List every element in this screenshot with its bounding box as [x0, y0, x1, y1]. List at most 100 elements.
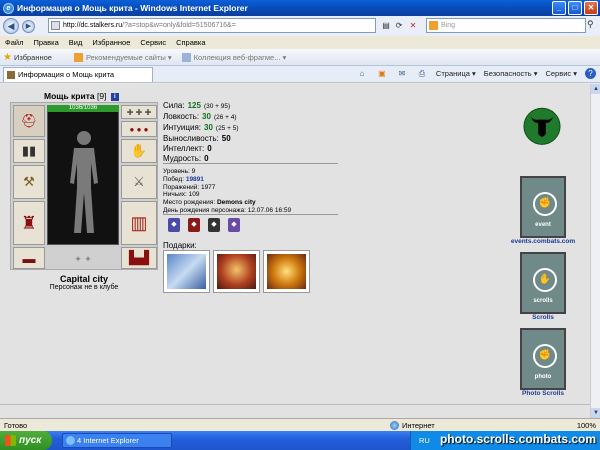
divider — [163, 214, 338, 215]
language-indicator[interactable]: RU — [419, 436, 430, 445]
level-value: 9 — [191, 168, 196, 175]
belt-slot[interactable]: ▬ — [13, 247, 45, 269]
character-name-text: Мощь крита — [44, 91, 95, 101]
star-icon: ★ — [3, 51, 12, 63]
ring-slot[interactable]: ● ● ● — [121, 121, 157, 137]
security-zone[interactable]: Интернет — [390, 420, 490, 430]
gift-item[interactable] — [213, 250, 260, 293]
gift-item[interactable] — [163, 250, 210, 293]
search-input[interactable]: Bing — [426, 18, 586, 33]
search-placeholder: Bing — [441, 22, 456, 29]
bull-logo-icon[interactable] — [523, 104, 561, 160]
weapon-slot[interactable]: ⚒ — [13, 165, 45, 199]
menu-tools[interactable]: Сервис — [140, 38, 166, 47]
armor-slot[interactable]: ♜ — [13, 201, 45, 245]
minimize-button[interactable]: _ — [552, 1, 566, 15]
favorites-bar: ★ Избранное Рекомендуемые сайты ▾ Коллек… — [0, 49, 600, 66]
menu-favorites[interactable]: Избранное — [92, 38, 130, 47]
menu-view[interactable]: Вид — [69, 38, 83, 47]
stat-label: Ловкость: — [163, 112, 200, 121]
gift-item[interactable] — [263, 250, 310, 293]
menu-file[interactable]: Файл — [5, 38, 23, 47]
badge-icon[interactable]: ◆ — [188, 218, 200, 232]
stat-bonus: (25 + 5) — [215, 125, 239, 132]
taskbar-ie-button[interactable]: 4 Internet Explorer — [62, 433, 172, 448]
stat-value: 30 — [204, 123, 213, 132]
suggested-sites-button[interactable]: Рекомендуемые сайты ▾ — [73, 52, 172, 62]
wins-label: Побед: — [163, 175, 185, 183]
forward-button[interactable]: ▶ — [22, 19, 35, 33]
menu-help[interactable]: Справка — [176, 38, 205, 47]
character-info: Уровень: 9 Побед: 19891 Поражений: 1977 … — [163, 168, 291, 215]
maximize-button[interactable]: □ — [568, 1, 582, 15]
stat-row: Интуиция: 30 (25 + 5) — [163, 123, 239, 134]
scrolls-link[interactable]: ✋ scrolls Scrolls — [508, 252, 578, 321]
birthplace-label: Место рождения: — [163, 199, 216, 207]
stat-value: 50 — [221, 134, 231, 143]
badge-icon[interactable]: ◆ — [168, 218, 180, 232]
badge-icon[interactable]: ◆ — [228, 218, 240, 232]
offhand-weapon-slot[interactable]: ⚔ — [121, 165, 157, 199]
tab-active[interactable]: Информация о Мощь крита — [3, 66, 153, 82]
stat-label: Сила: — [163, 101, 185, 110]
birthday-value: 12.07.06 16:59 — [247, 206, 292, 214]
scrolls-link-text: Scrolls — [532, 314, 554, 321]
tools-menu[interactable]: Сервис ▾ — [545, 69, 577, 78]
birthplace-value: Demons city — [216, 199, 256, 207]
read-mail-icon[interactable]: ✉ — [396, 68, 408, 79]
start-button[interactable]: пуск — [0, 431, 52, 450]
badge-icon[interactable]: ◆ — [208, 218, 220, 232]
watermark: photo.scrolls.combats.com — [439, 432, 596, 446]
page-menu[interactable]: Страница ▾ — [436, 69, 476, 78]
birthday-label: День рождения персонажа: — [163, 206, 246, 214]
gloves-slot[interactable]: ✋ — [121, 139, 157, 163]
bracers-slot[interactable]: ▮▮ — [13, 139, 45, 163]
character-figure — [70, 131, 98, 233]
tab-favicon — [7, 70, 15, 79]
zoom-level[interactable]: 100% — [577, 421, 600, 430]
legs-slot[interactable]: ▥ — [121, 201, 157, 245]
stat-value: 0 — [204, 154, 209, 163]
start-label: пуск — [19, 435, 42, 446]
scroll-down-icon[interactable]: ▼ — [591, 408, 600, 418]
print-icon[interactable]: ⎙ — [416, 68, 428, 79]
divider — [0, 404, 590, 405]
vertical-scrollbar[interactable]: ▲ ▼ — [590, 84, 600, 418]
help-icon[interactable]: ? — [585, 68, 596, 79]
photo-link-text: Photo Scrolls — [522, 390, 564, 397]
feeds-icon[interactable]: ▣ — [376, 68, 388, 79]
search-icon[interactable]: ⚲ — [587, 19, 594, 30]
suggested-sites-icon — [73, 52, 83, 62]
globe-icon — [390, 420, 399, 430]
character-level: [9] — [96, 91, 107, 101]
gifts-list — [163, 250, 310, 293]
favorites-button[interactable]: ★ Избранное — [3, 52, 52, 63]
scroll-up-icon[interactable]: ▲ — [591, 84, 600, 94]
close-button[interactable]: ✕ — [584, 1, 598, 15]
stat-row: Интеллект: 0 — [163, 144, 239, 154]
stop-icon[interactable]: ✕ — [407, 19, 419, 32]
hp-text: 1036/1036 — [68, 105, 98, 111]
status-text: Готово — [4, 420, 28, 430]
events-link-text: events.combats.com — [510, 238, 576, 245]
url-path: /?a=stop&w=only&fold=51506716&= — [122, 22, 236, 29]
losses-value: 1977 — [200, 183, 216, 191]
helmet-slot[interactable]: ⛑ — [13, 105, 45, 137]
refresh-icon[interactable]: ⟳ — [393, 19, 405, 32]
earring-slot[interactable]: ✚ ✚ ✚ — [121, 105, 157, 119]
menu-edit[interactable]: Правка — [33, 38, 58, 47]
scrolls-banner-label: scrolls — [533, 298, 553, 304]
compat-view-icon[interactable]: ▤ — [380, 19, 392, 32]
boots-slot[interactable]: ▙▟ — [121, 247, 157, 269]
info-icon[interactable]: i — [110, 92, 119, 101]
events-link[interactable]: ✊ event events.combats.com — [508, 176, 578, 245]
back-button[interactable]: ◀ — [3, 18, 19, 34]
home-icon[interactable]: ⌂ — [356, 68, 368, 79]
scroll-icon: ✋ — [533, 268, 557, 292]
safety-menu[interactable]: Безопасность ▾ — [484, 69, 538, 78]
address-bar: ◀ ▶ http://dc.stalkers.ru/?a=stop&w=only… — [0, 16, 600, 36]
url-field[interactable]: http://dc.stalkers.ru/?a=stop&w=only&fol… — [48, 18, 376, 33]
web-slice-gallery-button[interactable]: Коллекция веб-фрагме... ▾ — [181, 52, 286, 62]
favorites-label: Избранное — [13, 52, 52, 62]
photo-scrolls-link[interactable]: ✊ photo Photo Scrolls — [508, 328, 578, 397]
